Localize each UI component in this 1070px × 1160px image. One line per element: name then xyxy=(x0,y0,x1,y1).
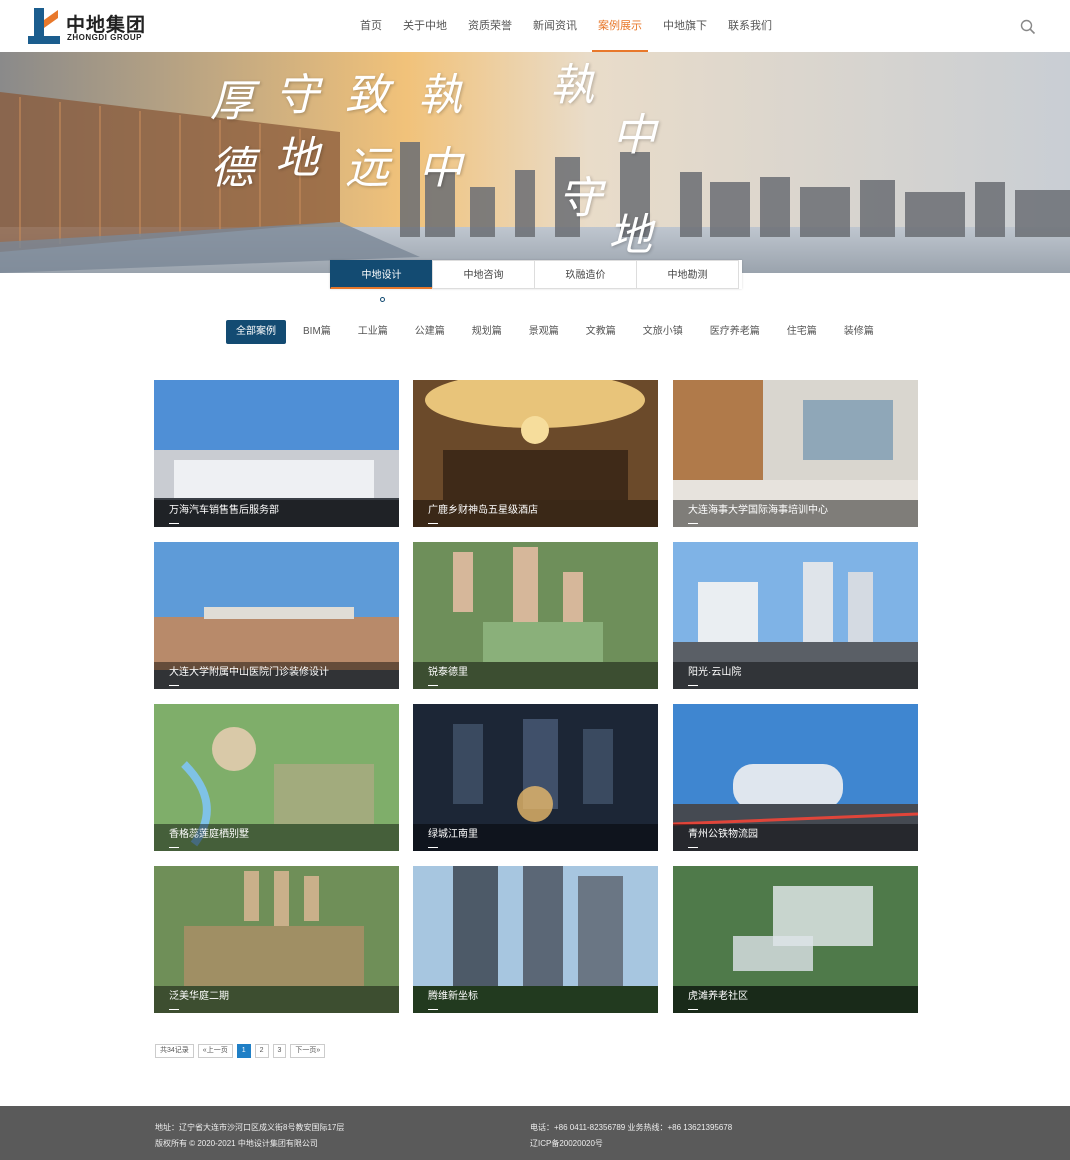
tab-design[interactable]: 中地设计 xyxy=(330,260,433,289)
pagination: 共34记录 «上一页 1 2 3 下一页» xyxy=(155,1044,329,1058)
category-industrial[interactable]: 工业篇 xyxy=(348,320,398,344)
logo-subtext: ZHONGDI GROUP xyxy=(67,33,142,42)
category-education[interactable]: 文教篇 xyxy=(576,320,626,344)
case-card[interactable]: 青州公铁物流园 xyxy=(673,704,918,851)
nav-news[interactable]: 新闻资讯 xyxy=(523,0,587,52)
case-card[interactable]: 大连大学附属中山医院门诊装修设计 xyxy=(154,542,399,689)
case-title: 大连海事大学国际海事培训中心 xyxy=(673,500,918,527)
slider-dot[interactable] xyxy=(380,297,385,302)
logo-mark-icon xyxy=(28,8,60,44)
pagination-page[interactable]: 2 xyxy=(254,1044,269,1058)
category-medical[interactable]: 医疗养老篇 xyxy=(700,320,770,344)
category-residential[interactable]: 住宅篇 xyxy=(777,320,827,344)
case-card[interactable]: 香格蕊莲庭栖别墅 xyxy=(154,704,399,851)
banner-calligraphy: 中 xyxy=(612,110,656,161)
nav-home[interactable]: 首页 xyxy=(350,0,392,52)
case-card[interactable]: 绿城江南里 xyxy=(413,704,658,851)
case-title: 阳光·云山院 xyxy=(673,662,918,689)
category-bim[interactable]: BIM篇 xyxy=(293,320,341,344)
tab-survey[interactable]: 中地勘测 xyxy=(636,260,739,289)
banner-calligraphy: 远 xyxy=(345,143,389,194)
footer-icp[interactable]: 辽ICP备20020020号 xyxy=(530,1138,603,1149)
case-title: 青州公铁物流园 xyxy=(673,824,918,851)
case-title: 锐泰德里 xyxy=(413,662,658,689)
tab-costing[interactable]: 玖融造价 xyxy=(534,260,637,289)
nav-subsidiaries[interactable]: 中地旗下 xyxy=(653,0,717,52)
case-title: 广鹿乡财神岛五星级酒店 xyxy=(413,500,658,527)
case-title: 万海汽车销售售后服务部 xyxy=(154,500,399,527)
banner-calligraphy: 德 xyxy=(210,143,254,194)
search-icon[interactable] xyxy=(1020,19,1036,35)
category-decoration[interactable]: 装修篇 xyxy=(834,320,884,344)
category-planning[interactable]: 规划篇 xyxy=(462,320,512,344)
site-footer: 地址：辽宁省大连市沙河口区成义街8号教安国际17层 版权所有 © 2020-20… xyxy=(0,1106,1070,1160)
case-title: 绿城江南里 xyxy=(413,824,658,851)
logo[interactable]: 中地集团 ZHONGDI GROUP xyxy=(28,6,148,48)
hero-banner: 厚 德 守 地 致 远 執 中 執 中 守 地 xyxy=(0,52,1070,273)
banner-calligraphy: 地 xyxy=(608,210,652,261)
banner-calligraphy: 厚 xyxy=(210,76,254,127)
case-card[interactable]: 阳光·云山院 xyxy=(673,542,918,689)
footer-copyright: 版权所有 © 2020-2021 中地设计集团有限公司 xyxy=(155,1139,318,1148)
banner-calligraphy: 守 xyxy=(275,70,319,121)
pagination-page[interactable]: 1 xyxy=(236,1044,251,1058)
banner-calligraphy: 守 xyxy=(558,173,602,224)
case-card[interactable]: 虎滩养老社区 xyxy=(673,866,918,1013)
banner-calligraphy: 地 xyxy=(275,133,319,184)
case-card[interactable]: 大连海事大学国际海事培训中心 xyxy=(673,380,918,527)
banner-calligraphy: 執 xyxy=(550,60,594,111)
banner-image xyxy=(0,52,1070,273)
nav-cases[interactable]: 案例展示 xyxy=(588,0,652,52)
category-tourism-town[interactable]: 文旅小镇 xyxy=(633,320,693,344)
case-title: 香格蕊莲庭栖别墅 xyxy=(154,824,399,851)
category-public[interactable]: 公建篇 xyxy=(405,320,455,344)
company-tabs: 中地设计 中地咨询 玖融造价 中地勘测 xyxy=(330,260,742,289)
site-header: 中地集团 ZHONGDI GROUP 首页 关于中地 资质荣誉 新闻资讯 案例展… xyxy=(0,0,1070,52)
case-title: 虎滩养老社区 xyxy=(673,986,918,1013)
nav-contact[interactable]: 联系我们 xyxy=(718,0,782,52)
case-card[interactable]: 万海汽车销售售后服务部 xyxy=(154,380,399,527)
pagination-next[interactable]: 下一页» xyxy=(290,1044,326,1058)
pagination-page[interactable]: 3 xyxy=(272,1044,287,1058)
category-landscape[interactable]: 景观篇 xyxy=(519,320,569,344)
banner-calligraphy: 致 xyxy=(345,70,389,121)
pagination-total: 共34记录 xyxy=(155,1044,194,1058)
nav-about[interactable]: 关于中地 xyxy=(393,0,457,52)
banner-calligraphy: 執 xyxy=(418,70,462,121)
footer-phone: 电话：+86 0411-82356789 业务热线：+86 1362139567… xyxy=(530,1123,733,1132)
case-card[interactable]: 广鹿乡财神岛五星级酒店 xyxy=(413,380,658,527)
case-card[interactable]: 腾维新坐标 xyxy=(413,866,658,1013)
footer-address: 地址：辽宁省大连市沙河口区成义街8号教安国际17层 xyxy=(155,1123,345,1132)
main-nav: 首页 关于中地 资质荣誉 新闻资讯 案例展示 中地旗下 联系我们 xyxy=(350,0,783,52)
case-card[interactable]: 锐泰德里 xyxy=(413,542,658,689)
category-filter: 全部案例 BIM篇 工业篇 公建篇 规划篇 景观篇 文教篇 文旅小镇 医疗养老篇… xyxy=(226,320,891,344)
nav-honors[interactable]: 资质荣誉 xyxy=(458,0,522,52)
case-title: 大连大学附属中山医院门诊装修设计 xyxy=(154,662,399,689)
case-title: 泛美华庭二期 xyxy=(154,986,399,1013)
case-card[interactable]: 泛美华庭二期 xyxy=(154,866,399,1013)
banner-calligraphy: 中 xyxy=(418,143,462,194)
category-all[interactable]: 全部案例 xyxy=(226,320,286,344)
pagination-prev[interactable]: «上一页 xyxy=(197,1044,233,1058)
tab-consulting[interactable]: 中地咨询 xyxy=(432,260,535,289)
case-title: 腾维新坐标 xyxy=(413,986,658,1013)
